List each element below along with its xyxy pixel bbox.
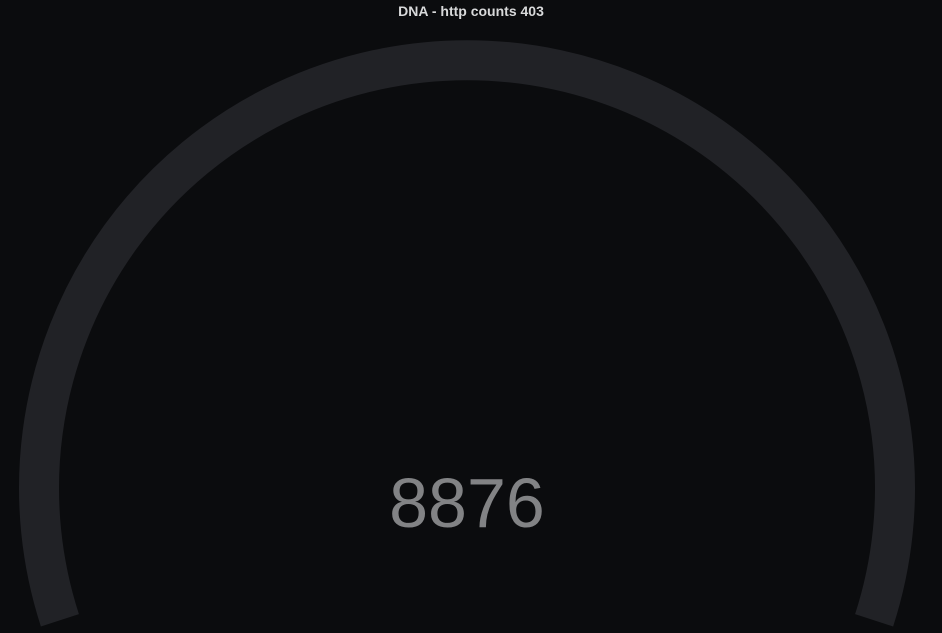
- gauge-panel: DNA - http counts 403 8876: [0, 0, 942, 633]
- gauge-value: 8876: [389, 464, 545, 542]
- gauge: 8876: [19, 40, 915, 627]
